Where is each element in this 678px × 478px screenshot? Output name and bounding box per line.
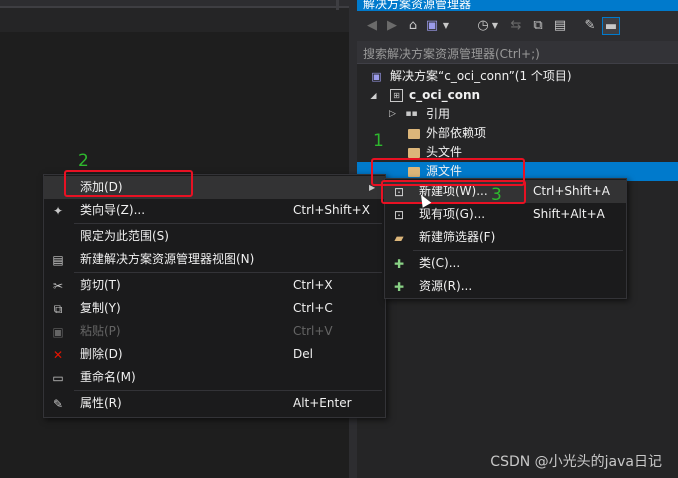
collapse-all-icon[interactable]: ⧉ bbox=[529, 17, 547, 35]
project-icon: ⊞ bbox=[390, 89, 403, 102]
menu-item-shortcut: Shift+Alt+A bbox=[533, 207, 605, 221]
tree-item-project[interactable]: ◢ ⊞ c_oci_conn bbox=[357, 86, 678, 105]
menu-item-new-filter[interactable]: ▰ 新建筛选器(F) bbox=[385, 226, 626, 249]
copy-icon: ⧉ bbox=[53, 302, 63, 316]
class-wizard-icon: ✦ bbox=[52, 204, 64, 218]
annotation-step-1: 1 bbox=[373, 131, 384, 151]
menu-item-shortcut: Ctrl+Shift+A bbox=[533, 184, 610, 198]
editor-tab-area bbox=[0, 0, 349, 32]
menu-item-paste: ▣ 粘贴(P) Ctrl+V bbox=[44, 320, 385, 343]
highlight-box-new-item bbox=[381, 180, 526, 204]
editor-divider bbox=[0, 6, 349, 8]
new-filter-folder-icon: ▰ bbox=[394, 231, 404, 245]
menu-item-resource[interactable]: ✚ 资源(R)... bbox=[385, 275, 626, 298]
chevron-down-icon[interactable]: ▼ bbox=[490, 17, 500, 35]
existing-item-icon: ⊡ bbox=[393, 208, 405, 222]
menu-item-shortcut: Ctrl+V bbox=[293, 324, 333, 338]
menu-item-label: 新建解决方案资源管理器视图(N) bbox=[80, 252, 255, 266]
tree-item-references[interactable]: ▷ ▪▪ 引用 bbox=[357, 105, 678, 124]
menu-item-class-wizard[interactable]: ✦ 类向导(Z)... Ctrl+Shift+X bbox=[44, 199, 385, 222]
menu-item-properties[interactable]: ✎ 属性(R) Alt+Enter bbox=[44, 392, 385, 415]
annotation-step-3: 3 bbox=[491, 185, 502, 205]
solution-label: 解决方案“c_oci_conn”(1 个项目) bbox=[390, 69, 572, 83]
menu-item-class[interactable]: ✚ 类(C)... bbox=[385, 252, 626, 275]
tree-item-label: 外部依赖项 bbox=[426, 126, 487, 140]
menu-item-label: 删除(D) bbox=[80, 347, 123, 361]
paste-icon: ▣ bbox=[52, 325, 64, 339]
rename-icon: ▭ bbox=[52, 371, 64, 385]
menu-item-label: 新建筛选器(F) bbox=[419, 230, 496, 244]
menu-item-new-explorer-view[interactable]: ▤ 新建解决方案资源管理器视图(N) bbox=[44, 248, 385, 271]
solution-explorer-search[interactable]: 搜索解决方案资源管理器(Ctrl+;) bbox=[357, 41, 678, 64]
menu-item-shortcut: Ctrl+X bbox=[293, 278, 333, 292]
solution-icon: ▣ bbox=[371, 70, 382, 83]
solution-explorer-title: 解决方案资源管理器 bbox=[363, 0, 472, 11]
wrench-icon: ✎ bbox=[52, 397, 64, 411]
forward-icon[interactable]: ▶ bbox=[383, 17, 401, 35]
scissors-icon: ✂ bbox=[52, 279, 64, 293]
show-all-files-icon[interactable]: ▤ bbox=[551, 17, 569, 35]
delete-x-icon: ✕ bbox=[52, 348, 64, 362]
menu-item-label: 属性(R) bbox=[80, 396, 122, 410]
references-icon: ▪▪ bbox=[405, 109, 418, 119]
menu-separator bbox=[74, 272, 382, 273]
folder-icon bbox=[408, 129, 420, 139]
menu-item-shortcut: Ctrl+Shift+X bbox=[293, 203, 370, 217]
menu-item-label: 粘贴(P) bbox=[80, 324, 121, 338]
wrench-icon[interactable]: ✎ bbox=[581, 17, 599, 35]
menu-item-label: 现有项(G)... bbox=[419, 207, 486, 221]
highlight-box-add bbox=[64, 170, 193, 197]
sync-icon[interactable]: ⇆ bbox=[507, 17, 525, 35]
tree-item-external-deps[interactable]: 外部依赖项 bbox=[357, 124, 678, 143]
search-placeholder: 搜索解决方案资源管理器(Ctrl+;) bbox=[363, 47, 540, 61]
back-icon[interactable]: ◀ bbox=[363, 17, 381, 35]
menu-item-cut[interactable]: ✂ 剪切(T) Ctrl+X bbox=[44, 274, 385, 297]
menu-item-copy[interactable]: ⧉ 复制(Y) Ctrl+C bbox=[44, 297, 385, 320]
menu-separator bbox=[74, 223, 382, 224]
expanded-arrow-icon: ◢ bbox=[370, 91, 377, 100]
menu-item-delete[interactable]: ✕ 删除(D) Del bbox=[44, 343, 385, 366]
menu-item-shortcut: Alt+Enter bbox=[293, 396, 352, 410]
tree-item-solution[interactable]: ▣ 解决方案“c_oci_conn”(1 个项目) bbox=[357, 67, 678, 86]
add-class-icon: ✚ bbox=[393, 257, 405, 271]
menu-item-label: 剪切(T) bbox=[80, 278, 121, 292]
project-label: c_oci_conn bbox=[409, 88, 481, 102]
menu-item-shortcut: Ctrl+C bbox=[293, 301, 333, 315]
menu-item-label: 限定为此范围(S) bbox=[80, 229, 169, 243]
menu-separator bbox=[413, 250, 623, 251]
tree-item-label: 引用 bbox=[426, 107, 451, 121]
menu-item-rename[interactable]: ▭ 重命名(M) bbox=[44, 366, 385, 389]
menu-separator bbox=[74, 390, 382, 391]
home-icon[interactable]: ⌂ bbox=[404, 17, 422, 35]
solution-icon[interactable]: ▣ bbox=[423, 17, 441, 35]
solution-explorer-toolbar: ◀ ▶ ⌂ ▣ ▼ ◷ ▼ ⇆ ⧉ ▤ ✎ ▬ bbox=[357, 11, 678, 41]
menu-item-label: 复制(Y) bbox=[80, 301, 121, 315]
folder-icon bbox=[408, 148, 420, 158]
menu-item-label: 资源(R)... bbox=[419, 279, 473, 293]
collapsed-arrow-icon: ▷ bbox=[389, 109, 396, 119]
menu-item-label: 类(C)... bbox=[419, 256, 461, 270]
annotation-step-2: 2 bbox=[78, 151, 89, 171]
tab-edge bbox=[336, 0, 339, 10]
watermark: CSDN @小光头的java日记 bbox=[490, 454, 662, 470]
add-resource-icon: ✚ bbox=[393, 280, 405, 294]
menu-item-label: 重命名(M) bbox=[80, 370, 136, 384]
context-menu: 添加(D) ▶ ✦ 类向导(Z)... Ctrl+Shift+X 限定为此范围(… bbox=[43, 174, 386, 418]
new-view-icon: ▤ bbox=[52, 253, 64, 267]
solution-explorer-title-bar[interactable]: 解决方案资源管理器 bbox=[357, 0, 678, 11]
preview-icon[interactable]: ▬ bbox=[602, 17, 620, 35]
menu-item-scope-to-this[interactable]: 限定为此范围(S) bbox=[44, 225, 385, 248]
menu-item-shortcut: Del bbox=[293, 347, 313, 361]
menu-item-label: 类向导(Z)... bbox=[80, 203, 146, 217]
chevron-down-icon[interactable]: ▼ bbox=[441, 17, 451, 35]
